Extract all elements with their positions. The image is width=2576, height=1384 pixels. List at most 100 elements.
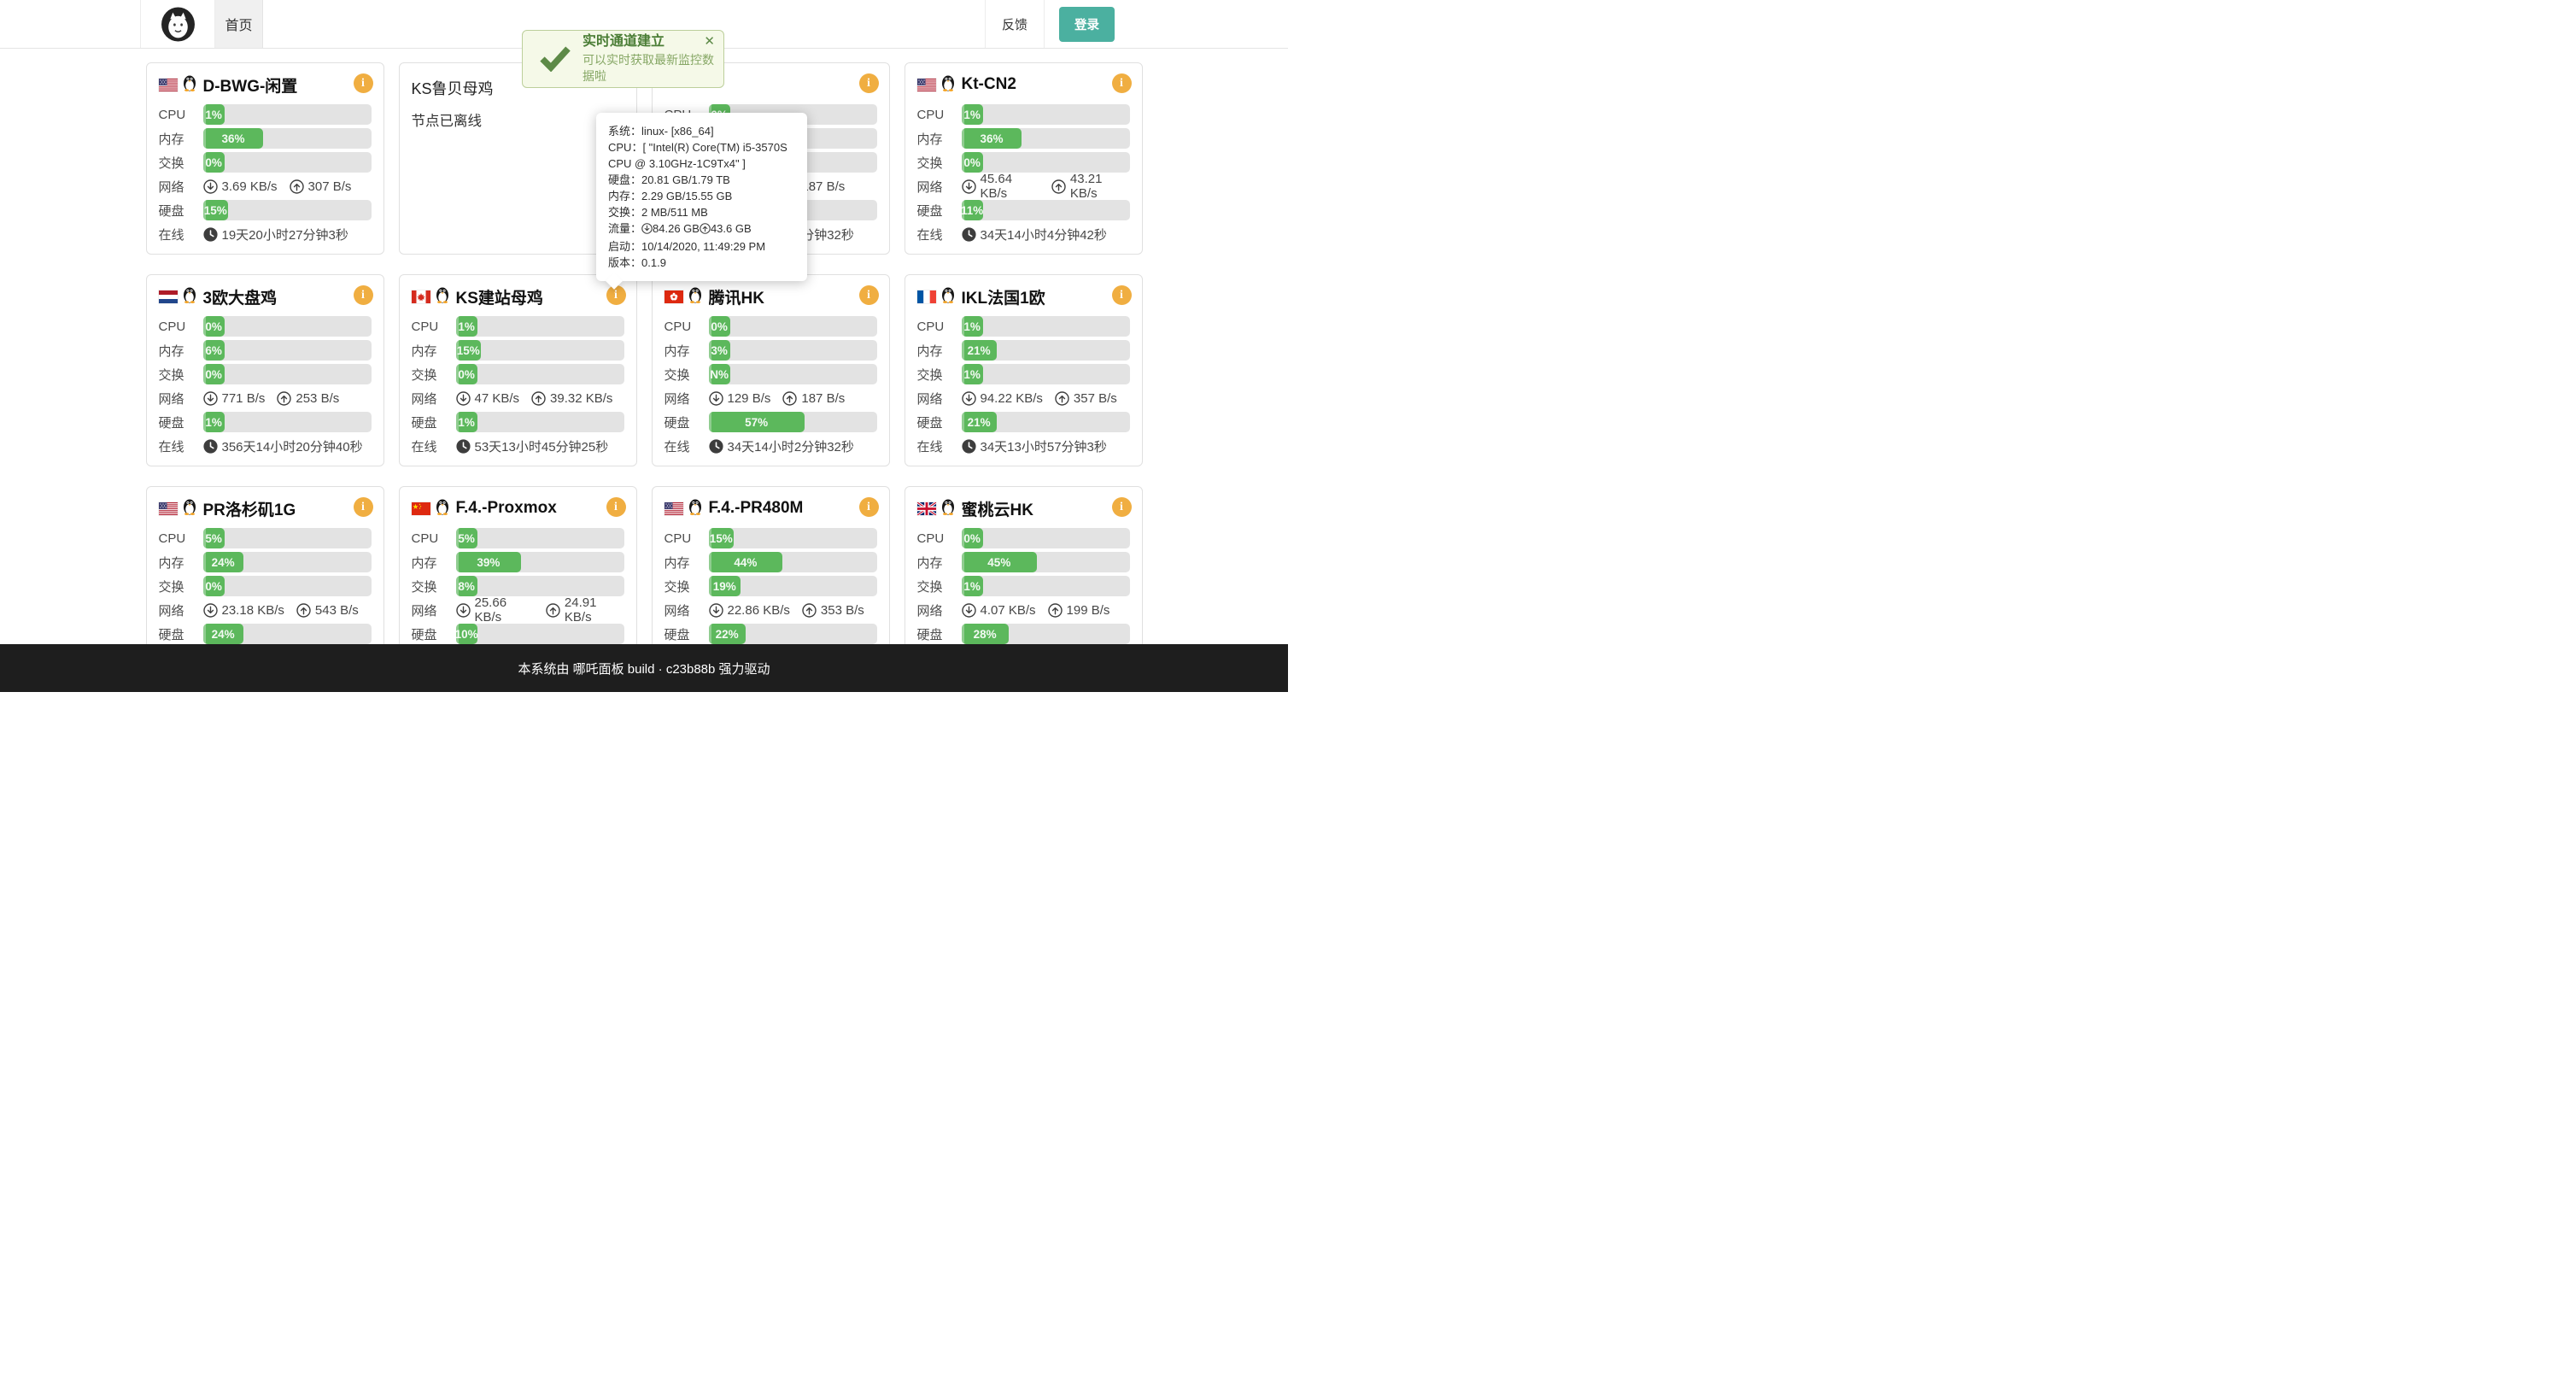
traffic-down-value: 84.26 GB [653,222,700,235]
cpu-bar: 15% [709,528,877,548]
net-up-value: 543 B/s [315,603,359,618]
net-values: 47 KB/s39.32 KB/s [456,391,613,406]
stat-row-net: 网络94.22 KB/s357 B/s [917,386,1130,410]
disk-bar: 1% [203,412,372,432]
stat-label-net: 网络 [159,601,203,619]
stat-label-swap: 交换 [917,578,962,595]
stat-row-net: 网络129 B/s187 B/s [664,386,877,410]
stat-row-disk: 硬盘10% [412,622,624,646]
info-icon[interactable]: i [1112,285,1132,305]
info-icon[interactable]: i [859,285,879,305]
uptime-value: 34天14小时2分钟32秒 [728,437,854,455]
country-flag-gb [917,502,936,515]
feedback-link[interactable]: 反馈 [985,0,1045,48]
linux-tux-icon [941,74,955,91]
success-check-icon [540,46,571,72]
net-values: 45.64 KB/s43.21 KB/s [962,172,1130,201]
download-arrow-icon [962,603,976,618]
login-button[interactable]: 登录 [1059,7,1115,42]
stat-row-swap: 交换N% [664,362,877,386]
tooltip-row: 启动：10/14/2020, 11:49:29 PM [608,238,795,255]
country-flag-cn [412,502,430,515]
footer-panel-link[interactable]: 哪吒面板 [573,660,624,677]
download-arrow-icon [962,391,976,406]
stat-row-swap: 交换8% [412,574,624,598]
stat-label-disk: 硬盘 [917,413,962,431]
country-flag-ca [412,290,430,303]
server-name: D-BWG-闲置 [203,73,298,97]
tooltip-value: 20.81 GB/1.79 TB [641,173,730,186]
info-icon[interactable]: i [354,285,373,305]
stat-label-swap: 交换 [159,578,203,595]
info-icon[interactable]: i [859,73,879,93]
footer-text-prefix: 本系统由 [518,660,572,677]
uptime-value: 34天13小时57分钟3秒 [981,437,1107,455]
stat-label-mem: 内存 [664,554,709,572]
linux-tux-icon [183,74,196,91]
uptime-value: 34天14小时4分钟42秒 [981,226,1107,243]
stat-label-cpu: CPU [917,320,962,334]
stat-row-mem: 内存24% [159,550,372,574]
stat-label-online: 在线 [412,437,456,455]
cpu-bar: 5% [203,528,372,548]
stat-label-online: 在线 [917,226,962,243]
toast-close-icon[interactable]: ✕ [704,35,715,48]
card-title-row: F.4.-PR480M [664,496,877,521]
card-title-row: IKL法国1欧 [917,284,1130,309]
stat-row-cpu: CPU1% [412,314,624,338]
mem-bar: 39% [456,552,624,572]
stat-label-swap: 交换 [412,366,456,384]
upload-arrow-icon [802,603,817,618]
info-icon[interactable]: i [1112,497,1132,517]
toast-body: 实时通道建立 可以实时获取最新监控数据啦 [583,33,723,85]
tooltip-value: 2 MB/511 MB [641,206,708,219]
stat-row-disk: 硬盘57% [664,410,877,434]
info-icon[interactable]: i [859,497,879,517]
uptime-value-row: 34天13小时57分钟3秒 [962,437,1107,455]
cpu-bar-fill: 1% [962,104,983,125]
net-values: 23.18 KB/s543 B/s [203,603,359,618]
swap-bar-fill: 19% [709,576,741,596]
traffic-up-value: 43.6 GB [711,222,752,235]
info-icon[interactable]: i [606,285,626,305]
stat-label-net: 网络 [159,178,203,196]
stat-label-disk: 硬盘 [159,413,203,431]
info-icon[interactable]: i [606,497,626,517]
stat-label-disk: 硬盘 [159,202,203,220]
stat-label-mem: 内存 [159,342,203,360]
cpu-bar: 0% [203,316,372,337]
stat-label-net: 网络 [664,601,709,619]
site-logo[interactable] [140,0,215,48]
disk-bar-fill: 21% [962,412,997,432]
stat-row-swap: 交换0% [412,362,624,386]
server-card: D-BWG-闲置iCPU1%内存36%交换0%网络3.69 KB/s307 B/… [146,62,384,255]
swap-bar-fill: N% [709,364,730,384]
stat-label-mem: 内存 [664,342,709,360]
stat-row-mem: 内存3% [664,338,877,362]
server-card: 3欧大盘鸡iCPU0%内存6%交换0%网络771 B/s253 B/s硬盘1%在… [146,274,384,466]
info-icon[interactable]: i [354,497,373,517]
mem-bar: 3% [709,340,877,361]
cpu-bar: 1% [203,104,372,125]
tab-home[interactable]: 首页 [215,0,263,48]
stat-label-disk: 硬盘 [917,625,962,643]
footer-text-suffix: build · c23b88b 强力驱动 [624,660,770,677]
info-icon[interactable]: i [354,73,373,93]
uptime-value-row: 53天13小时45分钟25秒 [456,437,609,455]
info-icon[interactable]: i [1112,73,1132,93]
stat-row-disk: 硬盘1% [412,410,624,434]
download-arrow-icon [709,603,723,618]
stat-row-mem: 内存39% [412,550,624,574]
mem-bar-fill: 36% [962,128,1022,149]
cpu-bar-fill: 0% [962,528,983,548]
mem-bar: 36% [203,128,372,149]
server-name: 3欧大盘鸡 [203,285,278,308]
disk-bar: 10% [456,624,624,644]
stat-row-disk: 硬盘15% [159,198,372,222]
server-name: 蜜桃云HK [962,497,1033,520]
stat-row-mem: 内存15% [412,338,624,362]
stat-row-mem: 内存6% [159,338,372,362]
stat-row-mem: 内存44% [664,550,877,574]
stat-row-net: 网络45.64 KB/s43.21 KB/s [917,174,1130,198]
download-arrow-icon [962,179,976,194]
